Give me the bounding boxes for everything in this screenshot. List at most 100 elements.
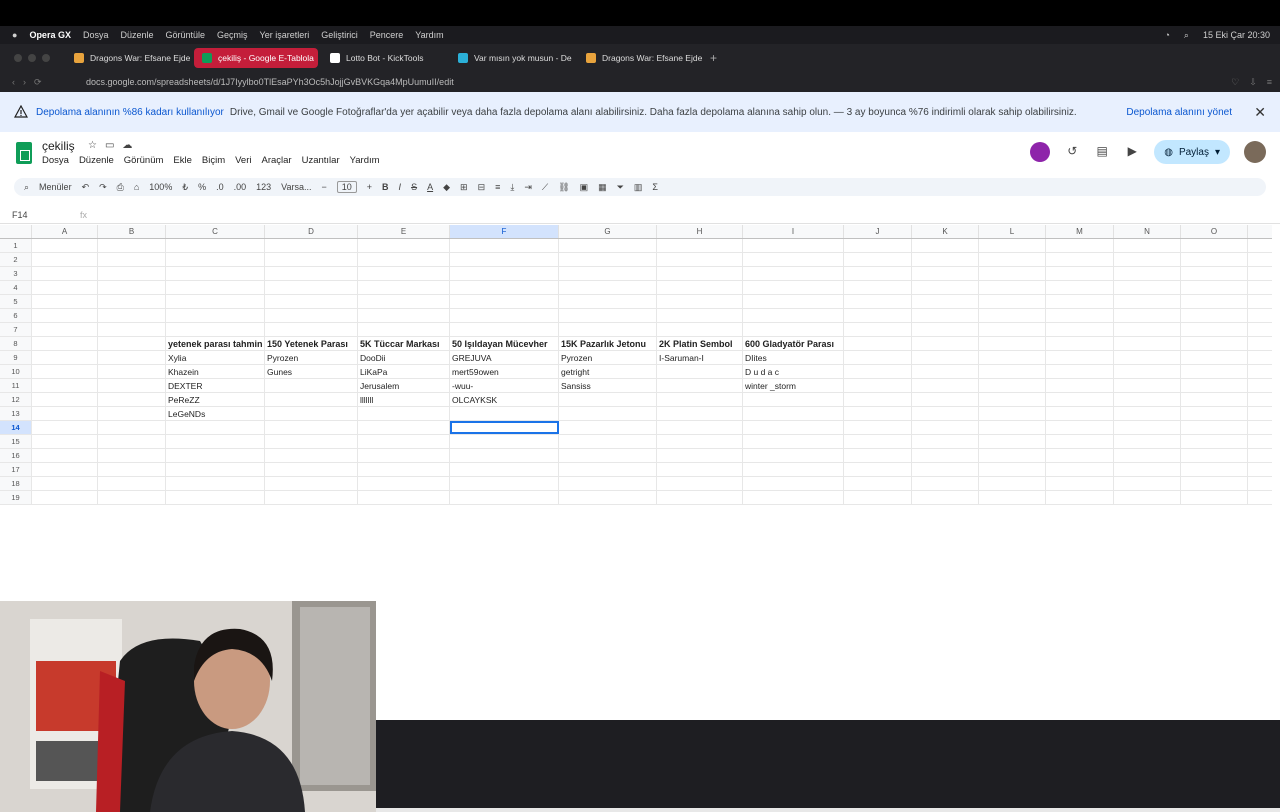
table-cell[interactable]: [32, 463, 98, 476]
active-cell[interactable]: [450, 421, 559, 434]
table-cell[interactable]: [1046, 253, 1114, 266]
column-header[interactable]: B: [98, 225, 166, 238]
table-cell[interactable]: [979, 281, 1046, 294]
table-cell[interactable]: [265, 253, 358, 266]
column-header[interactable]: K: [912, 225, 979, 238]
table-cell[interactable]: 5K Tüccar Markası: [358, 337, 450, 350]
name-box[interactable]: F14: [12, 210, 64, 220]
table-cell[interactable]: winter _storm: [743, 379, 844, 392]
menu-item[interactable]: Düzenle: [120, 30, 153, 40]
table-cell[interactable]: [265, 295, 358, 308]
table-cell[interactable]: [1114, 477, 1181, 490]
browser-tab[interactable]: Dragons War: Efsane Ejde: [578, 48, 702, 68]
table-cell[interactable]: [98, 281, 166, 294]
table-cell[interactable]: DEXTER: [166, 379, 265, 392]
table-cell[interactable]: [979, 477, 1046, 490]
table-cell[interactable]: [358, 239, 450, 252]
table-cell[interactable]: [166, 477, 265, 490]
table-cell[interactable]: [912, 477, 979, 490]
doc-title[interactable]: çekiliş: [42, 139, 75, 153]
table-cell[interactable]: [1114, 393, 1181, 406]
table-cell[interactable]: [1181, 351, 1248, 364]
table-cell[interactable]: [844, 393, 912, 406]
spreadsheet-grid[interactable]: A B C D E F G H I J K L M N O 1 2 3 4 5 6 7 8 ye…: [0, 225, 1272, 505]
table-cell[interactable]: [32, 295, 98, 308]
browser-tab[interactable]: Lotto Bot - KickTools: [322, 48, 446, 68]
table-cell[interactable]: [559, 267, 657, 280]
table-cell[interactable]: [657, 239, 743, 252]
row-number[interactable]: 18: [0, 477, 32, 490]
table-cell[interactable]: [979, 365, 1046, 378]
table-cell[interactable]: [559, 295, 657, 308]
table-cell[interactable]: [98, 379, 166, 392]
table-cell[interactable]: [450, 477, 559, 490]
table-cell[interactable]: [166, 239, 265, 252]
table-cell[interactable]: [844, 295, 912, 308]
table-cell[interactable]: [32, 435, 98, 448]
table-cell[interactable]: [358, 295, 450, 308]
table-cell[interactable]: [98, 365, 166, 378]
table-cell[interactable]: [32, 253, 98, 266]
table-cell[interactable]: [657, 393, 743, 406]
menu-veri[interactable]: Veri: [235, 155, 251, 166]
table-cell[interactable]: [657, 435, 743, 448]
number-format-button[interactable]: 123: [256, 182, 271, 192]
table-cell[interactable]: [1114, 449, 1181, 462]
download-icon[interactable]: ⇩: [1249, 77, 1257, 88]
row-number[interactable]: 1: [0, 239, 32, 252]
menu-bicim[interactable]: Biçim: [202, 155, 225, 166]
table-cell[interactable]: [265, 267, 358, 280]
table-cell[interactable]: [1046, 365, 1114, 378]
table-cell[interactable]: GREJUVA: [450, 351, 559, 364]
table-cell[interactable]: 150 Yetenek Parası: [265, 337, 358, 350]
row-number[interactable]: 5: [0, 295, 32, 308]
decimal-decrease-button[interactable]: .0: [216, 182, 224, 192]
table-cell[interactable]: 600 Gladyatör Parası: [743, 337, 844, 350]
table-cell[interactable]: [657, 421, 743, 434]
table-cell[interactable]: Sansiss: [559, 379, 657, 392]
column-header[interactable]: N: [1114, 225, 1181, 238]
table-cell[interactable]: [1114, 253, 1181, 266]
row-number[interactable]: 2: [0, 253, 32, 266]
table-cell[interactable]: [98, 239, 166, 252]
table-cell[interactable]: [743, 449, 844, 462]
table-cell[interactable]: [979, 239, 1046, 252]
table-cell[interactable]: [1046, 463, 1114, 476]
table-cell[interactable]: [844, 253, 912, 266]
star-icon[interactable]: ☆: [88, 140, 97, 151]
column-header[interactable]: C: [166, 225, 265, 238]
table-cell[interactable]: [743, 435, 844, 448]
table-cell[interactable]: DIites: [743, 351, 844, 364]
table-cell[interactable]: [358, 449, 450, 462]
row-number[interactable]: 12: [0, 393, 32, 406]
table-cell[interactable]: [32, 407, 98, 420]
currency-icon[interactable]: ₺: [182, 182, 188, 193]
table-cell[interactable]: [265, 379, 358, 392]
table-cell[interactable]: [912, 421, 979, 434]
table-cell[interactable]: [844, 267, 912, 280]
table-cell[interactable]: [32, 491, 98, 504]
menu-ekle[interactable]: Ekle: [173, 155, 191, 166]
table-cell[interactable]: [32, 337, 98, 350]
table-cell[interactable]: 2K Platin Sembol: [657, 337, 743, 350]
table-cell[interactable]: [166, 295, 265, 308]
table-cell[interactable]: [844, 407, 912, 420]
column-header[interactable]: I: [743, 225, 844, 238]
table-cell[interactable]: [1181, 477, 1248, 490]
table-cell[interactable]: [657, 365, 743, 378]
table-cell[interactable]: [657, 267, 743, 280]
table-cell[interactable]: [450, 281, 559, 294]
table-cell[interactable]: [98, 463, 166, 476]
print-icon[interactable]: ⎙: [117, 182, 124, 193]
comment-icon[interactable]: ▤: [1094, 144, 1110, 160]
table-cell[interactable]: [98, 407, 166, 420]
table-cell[interactable]: [657, 253, 743, 266]
table-cell[interactable]: [559, 449, 657, 462]
table-cell[interactable]: [1114, 379, 1181, 392]
table-cell[interactable]: [98, 421, 166, 434]
table-cell[interactable]: [979, 253, 1046, 266]
table-cell[interactable]: [912, 281, 979, 294]
table-cell[interactable]: [358, 323, 450, 336]
table-cell[interactable]: [1046, 421, 1114, 434]
table-cell[interactable]: mert59owen: [450, 365, 559, 378]
